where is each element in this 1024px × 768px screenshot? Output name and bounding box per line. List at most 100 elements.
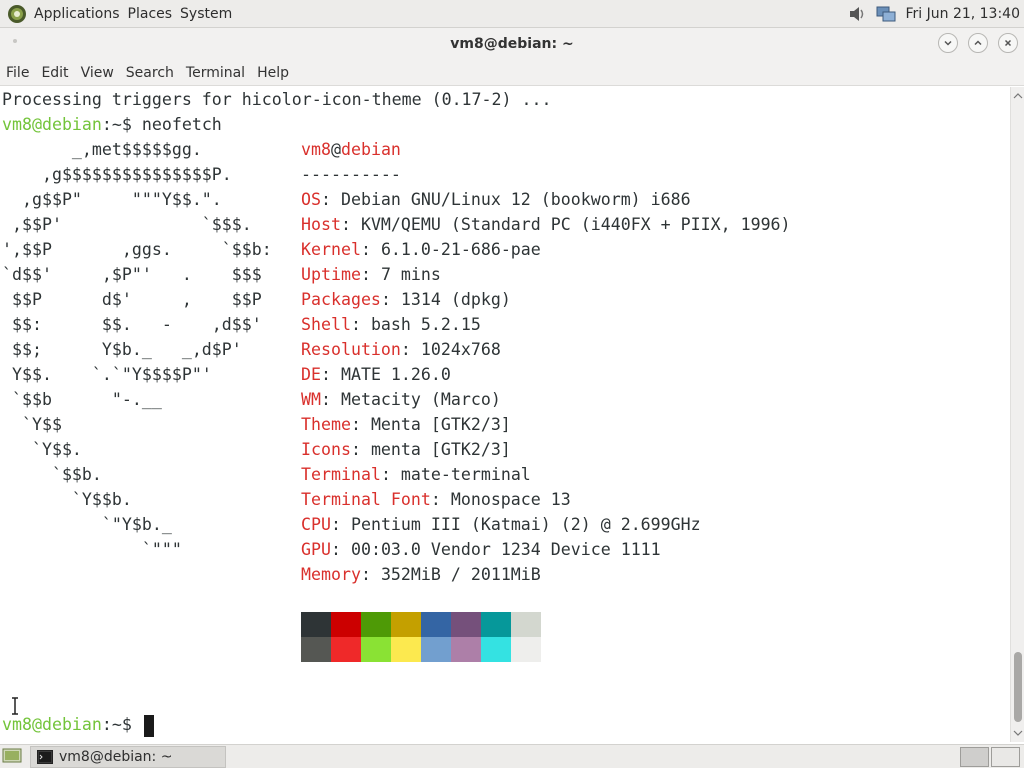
window-title: vm8@debian: ~	[450, 36, 574, 52]
scroll-down-icon[interactable]	[1013, 728, 1023, 738]
info-row: CPU: Pentium III (Katmai) (2) @ 2.699GHz	[301, 515, 701, 534]
info-row: Memory: 352MiB / 2011MiB	[301, 565, 541, 584]
minimize-button[interactable]	[938, 33, 958, 53]
volume-icon[interactable]	[847, 4, 869, 24]
color-swatch	[361, 612, 391, 637]
menu-view[interactable]: View	[75, 65, 120, 81]
menu-file[interactable]: File	[0, 65, 35, 81]
mate-logo-icon[interactable]	[6, 3, 28, 25]
menu-help[interactable]: Help	[251, 65, 295, 81]
top-panel: Applications Places System Fri Jun 21, 1…	[0, 0, 1024, 28]
color-swatch	[331, 637, 361, 662]
workspace-2[interactable]	[991, 747, 1020, 767]
color-palette-dark	[301, 612, 541, 637]
info-label: GPU	[301, 540, 331, 559]
terminal-icon	[37, 750, 53, 764]
info-value: Monospace 13	[450, 490, 571, 509]
close-icon	[1004, 39, 1012, 47]
ascii-line: `Y$$.	[2, 440, 82, 459]
info-row: Uptime: 7 mins	[301, 265, 441, 284]
info-value: MATE 1.26.0	[340, 365, 451, 384]
info-label: WM	[301, 390, 321, 409]
maximize-button[interactable]	[968, 33, 988, 53]
info-value: 1314 (dpkg)	[400, 290, 511, 309]
show-desktop-icon[interactable]	[2, 747, 22, 765]
prompt-line-current[interactable]: vm8@debian:~$	[2, 712, 154, 737]
ascii-line: `Y$$	[2, 415, 62, 434]
info-value: menta [GTK2/3]	[370, 440, 511, 459]
info-label: Resolution	[301, 340, 401, 359]
menu-edit[interactable]: Edit	[35, 65, 74, 81]
ascii-line: `$$b.	[2, 465, 102, 484]
info-label: Kernel	[301, 240, 361, 259]
menu-system[interactable]: System	[177, 6, 235, 22]
info-row: Resolution: 1024x768	[301, 340, 501, 359]
color-swatch	[451, 637, 481, 662]
info-row: Icons: menta [GTK2/3]	[301, 440, 511, 459]
info-value: mate-terminal	[400, 465, 531, 484]
info-row: Terminal Font: Monospace 13	[301, 490, 571, 509]
color-palette-bright	[301, 637, 541, 662]
info-value: bash 5.2.15	[370, 315, 481, 334]
command-text: neofetch	[141, 115, 222, 134]
taskbar-terminal-item[interactable]: vm8@debian: ~	[30, 746, 226, 768]
close-button[interactable]	[998, 33, 1018, 53]
info-value: 6.1.0-21-686-pae	[380, 240, 541, 259]
color-swatch	[511, 612, 541, 637]
color-swatch	[451, 612, 481, 637]
info-value: 1024x768	[420, 340, 501, 359]
info-value: Pentium III (Katmai) (2) @ 2.699GHz	[350, 515, 701, 534]
info-row: WM: Metacity (Marco)	[301, 390, 501, 409]
ascii-line: `Y$$b.	[2, 490, 132, 509]
info-row: OS: Debian GNU/Linux 12 (bookworm) i686	[301, 190, 691, 209]
window-titlebar[interactable]: vm8@debian: ~	[0, 28, 1024, 60]
menu-terminal[interactable]: Terminal	[180, 65, 251, 81]
clock[interactable]: Fri Jun 21, 13:40	[905, 6, 1020, 22]
info-label: Packages	[301, 290, 381, 309]
info-host: debian	[340, 140, 401, 159]
color-swatch	[301, 612, 331, 637]
workspace-switcher[interactable]	[960, 747, 1020, 767]
ascii-line: Y$$. `.`"Y$$$$P"'	[2, 365, 212, 384]
terminal-cursor	[143, 714, 154, 737]
prompt-line: vm8@debian:~$ neofetch	[2, 112, 222, 137]
prompt-user: vm8@debian	[2, 715, 102, 734]
info-row: DE: MATE 1.26.0	[301, 365, 451, 384]
chevron-up-icon	[974, 40, 982, 46]
info-row: Shell: bash 5.2.15	[301, 315, 481, 334]
info-label: CPU	[301, 515, 331, 534]
workspace-1[interactable]	[960, 747, 989, 767]
menu-places[interactable]: Places	[125, 6, 176, 22]
color-swatch	[481, 612, 511, 637]
task-label: vm8@debian: ~	[59, 749, 173, 765]
info-label: Memory	[301, 565, 361, 584]
menubar: File Edit View Search Terminal Help	[0, 60, 1024, 86]
menu-applications[interactable]: Applications	[31, 6, 123, 22]
info-row: Theme: Menta [GTK2/3]	[301, 415, 511, 434]
info-value: 00:03.0 Vendor 1234 Device 1111	[350, 540, 661, 559]
info-user: vm8	[301, 140, 331, 159]
ascii-line: $$P d$' , $$P	[2, 290, 262, 309]
window-menu-icon[interactable]	[10, 36, 20, 46]
terminal-output[interactable]: Processing triggers for hicolor-icon-the…	[0, 87, 1010, 742]
ascii-line: ,g$$$$$$$$$$$$$$$P.	[2, 165, 232, 184]
network-icon[interactable]	[875, 4, 897, 24]
ascii-line: `"""	[2, 540, 182, 559]
scrollbar-thumb[interactable]	[1014, 652, 1022, 722]
color-swatch	[301, 637, 331, 662]
color-swatch	[421, 637, 451, 662]
ascii-line: $$; Y$b._ _,d$P'	[2, 340, 242, 359]
info-label: Theme	[301, 415, 351, 434]
color-swatch	[331, 612, 361, 637]
info-label: Host	[301, 215, 341, 234]
ascii-line: _,met$$$$$gg.	[2, 140, 202, 159]
ascii-line: `"Y$b._	[2, 515, 172, 534]
info-label: Terminal Font	[301, 490, 431, 509]
ascii-line: `$$b "-.__	[2, 390, 162, 409]
ascii-line: ',$$P ,ggs. `$$b:	[2, 240, 272, 259]
terminal-scrollbar[interactable]	[1010, 87, 1024, 742]
scroll-up-icon[interactable]	[1013, 91, 1023, 101]
info-label: Uptime	[301, 265, 361, 284]
menu-search[interactable]: Search	[120, 65, 180, 81]
info-label: Shell	[301, 315, 351, 334]
